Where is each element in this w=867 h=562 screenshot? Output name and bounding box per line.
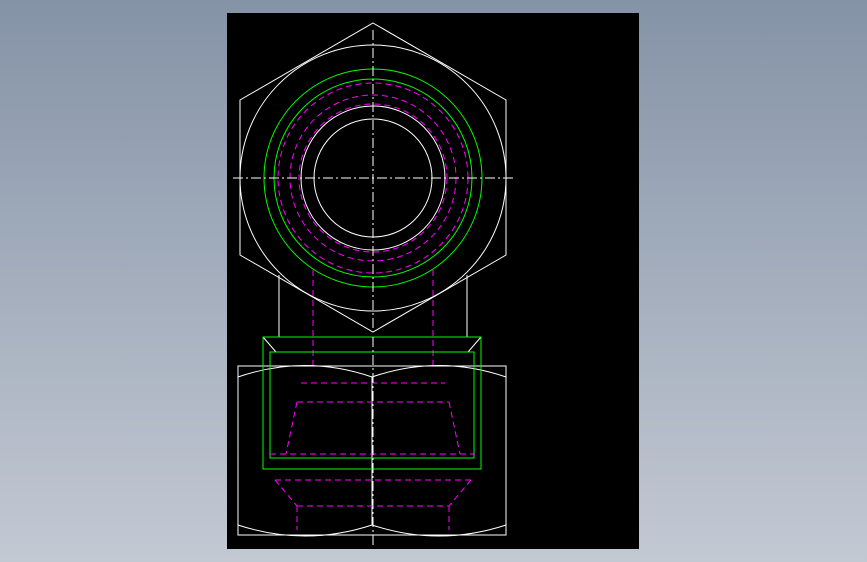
- cad-viewport[interactable]: [227, 13, 639, 549]
- top-arc-right: [371, 365, 507, 378]
- hidden-chamfer-left: [274, 479, 298, 507]
- hidden-taper-left: [285, 401, 298, 455]
- collar-chamfer-left: [262, 336, 277, 353]
- bottom-arc-left: [237, 524, 373, 537]
- bottom-arc-right: [371, 524, 507, 537]
- front-view: [237, 336, 507, 545]
- collar-chamfer-right: [467, 336, 482, 353]
- hidden-taper-right: [448, 401, 461, 455]
- top-arc-left: [237, 365, 373, 378]
- hidden-chamfer-right: [448, 479, 472, 507]
- cad-drawing: [233, 22, 513, 545]
- top-view: [233, 22, 513, 333]
